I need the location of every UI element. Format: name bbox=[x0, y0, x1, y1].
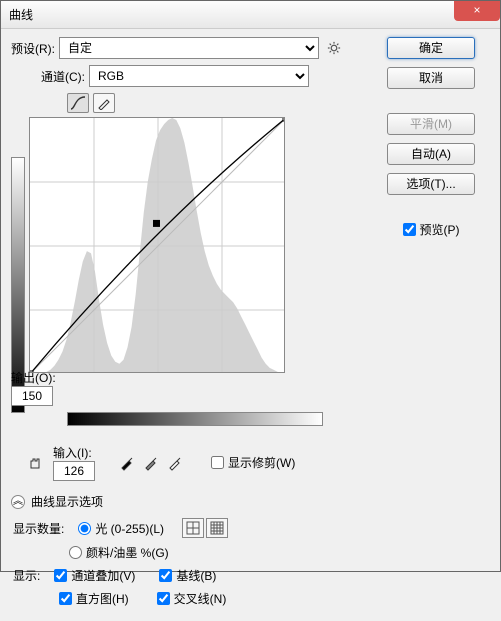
white-point-eyedropper-icon[interactable] bbox=[165, 453, 185, 473]
input-label: 输入(I): bbox=[53, 444, 95, 461]
curves-dialog: 曲线 × 预设(R): 自定 通道(C): RGB bbox=[0, 0, 501, 572]
histogram-checkbox[interactable]: 直方图(H) bbox=[59, 590, 129, 607]
gray-point-eyedropper-icon[interactable] bbox=[141, 453, 161, 473]
intersection-checkbox[interactable]: 交叉线(N) bbox=[157, 590, 227, 607]
baseline-checkbox[interactable]: 基线(B) bbox=[159, 567, 216, 584]
grid-fine-icon[interactable] bbox=[206, 518, 228, 538]
titlebar: 曲线 × bbox=[1, 1, 500, 29]
curve-options-title: 曲线显示选项 bbox=[31, 493, 103, 510]
output-value[interactable]: 150 bbox=[11, 386, 53, 406]
collapse-button[interactable]: ︽ bbox=[11, 495, 25, 509]
auto-button[interactable]: 自动(A) bbox=[387, 143, 475, 165]
channel-label: 通道(C): bbox=[41, 68, 85, 85]
preview-checkbox[interactable]: 预览(P) bbox=[403, 221, 460, 238]
overlay-checkbox[interactable]: 通道叠加(V) bbox=[54, 567, 135, 584]
target-adjust-icon[interactable] bbox=[25, 452, 47, 474]
cancel-button[interactable]: 取消 bbox=[387, 67, 475, 89]
close-button[interactable]: × bbox=[454, 1, 500, 21]
light-radio[interactable]: 光 (0-255)(L) bbox=[78, 520, 164, 537]
show-clipping-checkbox[interactable]: 显示修剪(W) bbox=[211, 454, 295, 471]
preset-select[interactable]: 自定 bbox=[59, 37, 319, 59]
curve-mode-icon[interactable] bbox=[67, 93, 89, 113]
curve-grid[interactable] bbox=[29, 117, 285, 373]
black-point-eyedropper-icon[interactable] bbox=[117, 453, 137, 473]
ok-button[interactable]: 确定 bbox=[387, 37, 475, 59]
display-label: 显示: bbox=[13, 567, 40, 584]
show-amount-label: 显示数量: bbox=[13, 520, 64, 537]
pencil-mode-icon[interactable] bbox=[93, 93, 115, 113]
preset-label: 预设(R): bbox=[11, 40, 55, 57]
smooth-button[interactable]: 平滑(M) bbox=[387, 113, 475, 135]
input-gradient bbox=[67, 412, 323, 426]
pigment-radio[interactable]: 颜料/油墨 %(G) bbox=[69, 544, 169, 561]
output-label: 输出(O): bbox=[11, 369, 56, 386]
grid-coarse-icon[interactable] bbox=[182, 518, 204, 538]
window-title: 曲线 bbox=[9, 6, 33, 23]
options-button[interactable]: 选项(T)... bbox=[387, 173, 475, 195]
preset-menu-icon[interactable] bbox=[327, 41, 341, 55]
input-value[interactable]: 126 bbox=[53, 461, 95, 481]
channel-select[interactable]: RGB bbox=[89, 65, 309, 87]
